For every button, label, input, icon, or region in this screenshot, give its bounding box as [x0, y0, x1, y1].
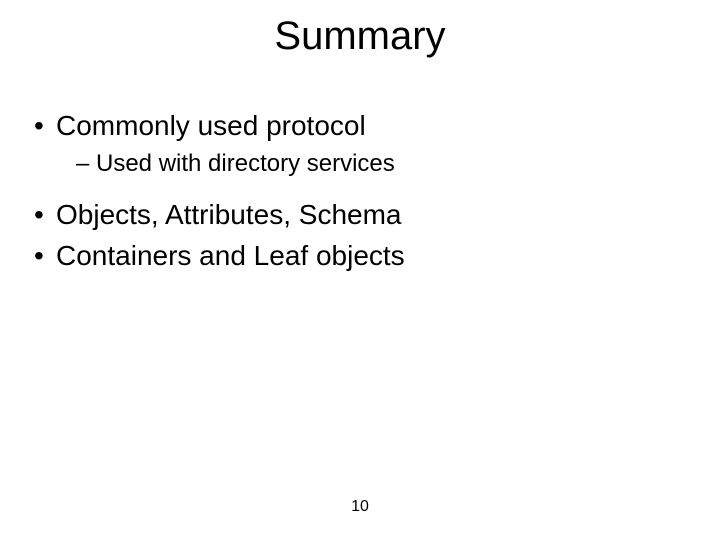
slide: Summary •Commonly used protocol –Used wi…	[0, 0, 720, 540]
slide-title: Summary	[0, 14, 720, 59]
bullet-icon: •	[34, 197, 56, 232]
bullet-icon: •	[34, 238, 56, 273]
bullet-level1: •Commonly used protocol	[34, 108, 680, 143]
page-number: 10	[0, 498, 720, 516]
bullet-level1: •Objects, Attributes, Schema	[34, 197, 680, 232]
bullet-text: Objects, Attributes, Schema	[56, 199, 402, 230]
dash-icon: –	[76, 149, 96, 179]
bullet-text: Commonly used protocol	[56, 110, 366, 141]
slide-body: •Commonly used protocol –Used with direc…	[34, 108, 680, 279]
bullet-level1: •Containers and Leaf objects	[34, 238, 680, 273]
bullet-level2: –Used with directory services	[76, 149, 680, 179]
bullet-text: Containers and Leaf objects	[56, 240, 405, 271]
bullet-icon: •	[34, 108, 56, 143]
bullet-text: Used with directory services	[96, 150, 395, 177]
